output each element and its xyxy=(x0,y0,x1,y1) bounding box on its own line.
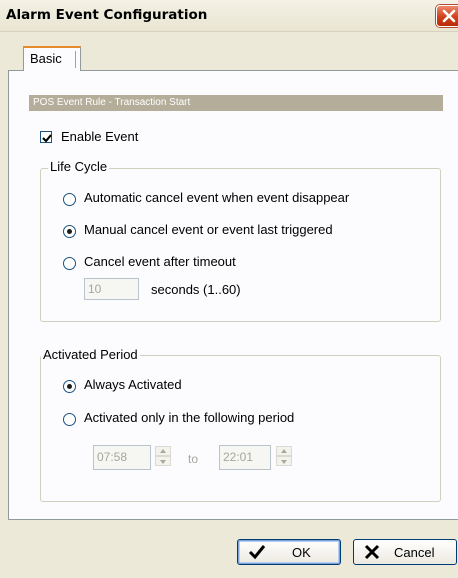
activated-period-legend: Activated Period xyxy=(41,347,140,362)
to-label: to xyxy=(188,452,199,466)
cancel-label: Cancel xyxy=(394,545,435,560)
rule-header: POS Event Rule - Transaction Start xyxy=(29,95,443,111)
always-activated-label: Always Activated xyxy=(84,377,182,392)
timeout-seconds-input[interactable]: 10 xyxy=(84,278,139,300)
spin-down-icon[interactable] xyxy=(155,456,171,466)
to-time-spinner[interactable] xyxy=(276,446,292,466)
to-time-input[interactable]: 22:01 xyxy=(219,445,271,470)
title-bar: Alarm Event Configuration xyxy=(0,0,458,32)
cancel-button[interactable]: Cancel xyxy=(353,539,457,565)
spin-down-icon[interactable] xyxy=(276,456,292,466)
close-button[interactable] xyxy=(436,5,458,27)
window-title: Alarm Event Configuration xyxy=(6,7,208,23)
radio-cancel-after-timeout[interactable] xyxy=(63,257,76,270)
ok-label: OK xyxy=(292,545,311,560)
life-cycle-legend: Life Cycle xyxy=(48,159,110,174)
checkmark-icon xyxy=(42,134,52,143)
checkmark-icon xyxy=(248,545,266,560)
activated-period-label: Activated only in the following period xyxy=(84,410,295,425)
automatic-cancel-label: Automatic cancel event when event disapp… xyxy=(84,190,350,205)
manual-cancel-label: Manual cancel event or event last trigge… xyxy=(84,222,333,237)
enable-event-label: Enable Event xyxy=(61,129,139,144)
radio-manual-cancel[interactable] xyxy=(63,225,76,238)
radio-activated-period[interactable] xyxy=(63,413,76,426)
radio-automatic-cancel[interactable] xyxy=(63,193,76,206)
spin-up-icon[interactable] xyxy=(276,446,292,456)
from-time-input[interactable]: 07:58 xyxy=(93,445,151,470)
from-time-spinner[interactable] xyxy=(155,446,171,466)
tab-basic[interactable]: Basic xyxy=(23,46,81,71)
tab-basic-label: Basic xyxy=(30,51,62,66)
radio-always-activated[interactable] xyxy=(63,380,76,393)
spin-up-icon[interactable] xyxy=(155,446,171,456)
timeout-unit-label: seconds (1..60) xyxy=(151,282,241,297)
ok-button[interactable]: OK xyxy=(237,539,341,565)
close-icon xyxy=(442,9,456,23)
enable-event-checkbox[interactable] xyxy=(40,131,52,143)
cancel-after-timeout-label: Cancel event after timeout xyxy=(84,254,236,269)
cancel-x-icon xyxy=(364,544,380,560)
